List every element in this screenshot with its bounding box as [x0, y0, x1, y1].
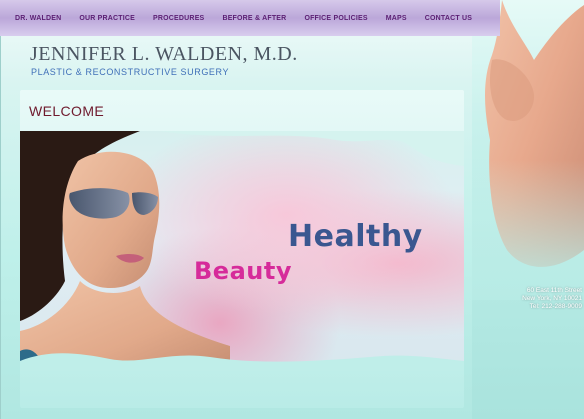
bottom-wave-decoration: [20, 353, 464, 371]
address-phone: Tel: 212-288-9009: [529, 303, 582, 310]
welcome-heading: WELCOME: [29, 103, 105, 119]
nav-item-contact-us[interactable]: CONTACT US: [416, 15, 481, 22]
practice-subtitle: PLASTIC & RECONSTRUCTIVE SURGERY: [31, 67, 230, 77]
nav-item-our-practice[interactable]: OUR PRACTICE: [70, 15, 144, 22]
top-wave-decoration: [160, 131, 464, 166]
address-street: 60 East 11th Street: [526, 287, 582, 294]
nav-item-procedures[interactable]: PROCEDURES: [144, 15, 213, 22]
tagline-healthy: Healthy: [288, 219, 423, 254]
hero-banner: Healthy Beauty: [20, 131, 464, 371]
address-block: 60 East 11th Street New York, NY 10021 T…: [492, 287, 582, 311]
torso-image: [472, 0, 584, 300]
address-city: New York, NY 10021: [522, 295, 582, 302]
nav-item-dr-walden[interactable]: DR. WALDEN: [6, 15, 70, 22]
nav-item-maps[interactable]: MAPS: [377, 15, 416, 22]
tagline-beauty: Beauty: [194, 257, 292, 285]
left-border-line: [0, 36, 1, 419]
doctor-name: JENNIFER L. WALDEN, M.D.: [30, 43, 298, 65]
top-navigation: DR. WALDEN OUR PRACTICE PROCEDURES BEFOR…: [0, 0, 500, 36]
nav-item-before-after[interactable]: BEFORE & AFTER: [213, 15, 295, 22]
nav-item-office-policies[interactable]: OFFICE POLICIES: [295, 15, 376, 22]
